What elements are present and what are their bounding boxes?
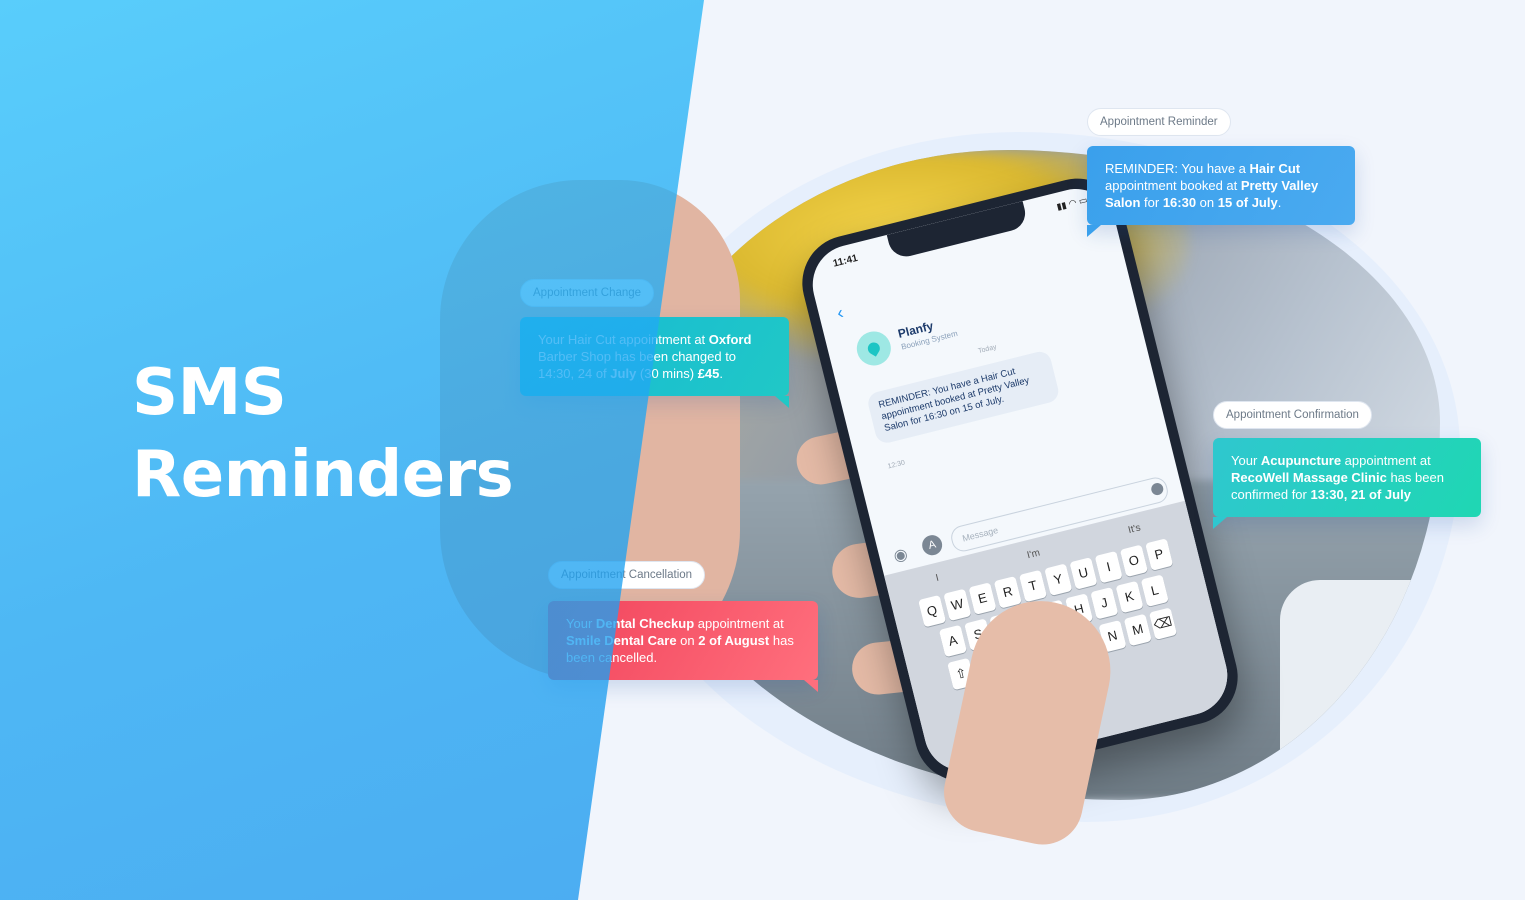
card-bold: Dental Checkup xyxy=(595,616,695,631)
bubble-tail xyxy=(804,680,818,692)
card-bold: Hair Cut xyxy=(1249,161,1301,176)
change-card: Your Hair Cut appointment at Oxford Barb… xyxy=(520,317,789,408)
card-text: Your xyxy=(566,616,596,631)
app-store-icon[interactable]: A xyxy=(920,533,945,558)
key[interactable]: Y xyxy=(1044,563,1073,596)
bubble-tail xyxy=(775,396,789,408)
key[interactable]: M xyxy=(1123,613,1152,647)
card-text: appointment booked at xyxy=(1105,178,1241,193)
card-bold: 13:30, 21 of July xyxy=(1310,487,1411,502)
hero-title-line: Reminders xyxy=(132,438,514,512)
key[interactable]: P xyxy=(1145,538,1174,571)
key[interactable]: W xyxy=(943,588,972,622)
card-text: Your xyxy=(1231,453,1261,468)
photo-sleeve xyxy=(1280,580,1440,800)
key[interactable]: Q xyxy=(918,594,947,628)
confirmation-card: Your Acupuncture appointment at RecoWell… xyxy=(1213,438,1481,529)
reminder-card: REMINDER: You have a Hair Cut appointmen… xyxy=(1087,146,1355,237)
label-appointment-change: Appointment Change xyxy=(520,279,655,307)
camera-icon[interactable]: ◉ xyxy=(891,544,910,567)
key[interactable]: E xyxy=(968,582,997,615)
hero-title: SMS Reminders xyxy=(132,352,514,516)
card-text: . xyxy=(719,366,724,381)
key[interactable]: J xyxy=(1090,587,1119,620)
card-text: REMINDER: You have a xyxy=(1105,161,1250,176)
card-bold: 15 of July xyxy=(1217,195,1278,210)
key[interactable]: O xyxy=(1119,544,1149,578)
suggestion[interactable]: It's xyxy=(1126,519,1143,541)
sms-timestamp: 12:30 xyxy=(887,459,906,471)
card-bold: Acupuncture xyxy=(1260,453,1342,468)
card-bold: RecoWell Massage Clinic xyxy=(1231,470,1387,485)
card-text: appointment at xyxy=(694,616,784,631)
key[interactable]: A xyxy=(938,624,968,658)
signal-wifi-battery-icon: ▮▮ ◠ ▭ xyxy=(1055,194,1089,212)
card-bold: 16:30 xyxy=(1162,195,1197,210)
back-chevron-icon[interactable]: ‹ xyxy=(835,302,846,324)
status-time: 11:41 xyxy=(831,252,859,270)
card-bold: 2 of August xyxy=(698,633,770,648)
card-bold: £45 xyxy=(697,366,720,381)
label-appointment-cancellation: Appointment Cancellation xyxy=(548,561,706,589)
key[interactable]: L xyxy=(1140,574,1169,607)
card-bold: Oxford xyxy=(708,332,752,347)
card-text: (30 mins) xyxy=(636,366,698,381)
location-pin-icon xyxy=(865,340,883,357)
key[interactable]: T xyxy=(1018,569,1048,603)
suggestion[interactable]: I xyxy=(934,569,942,589)
card-bold: Smile Dental Care xyxy=(566,633,677,648)
label-appointment-reminder: Appointment Reminder xyxy=(1087,108,1231,136)
cancellation-card: Your Dental Checkup appointment at Smile… xyxy=(548,601,818,692)
card-text: appointment at xyxy=(1341,453,1431,468)
sms-message-bubble: REMINDER: You have a Hair Cut appointmen… xyxy=(865,349,1061,446)
hero-title-line: SMS xyxy=(132,356,287,430)
card-bold: July xyxy=(610,366,637,381)
bubble-tail xyxy=(1087,225,1101,237)
key[interactable]: I xyxy=(1094,550,1123,584)
card-text: for xyxy=(1140,195,1163,210)
card-text: Your Hair Cut appointment at xyxy=(538,332,709,347)
label-appointment-confirmation: Appointment Confirmation xyxy=(1213,401,1372,429)
card-text: on xyxy=(1196,195,1218,210)
key[interactable]: U xyxy=(1069,557,1098,590)
contact-avatar[interactable] xyxy=(853,327,895,370)
card-text: . xyxy=(1277,195,1282,210)
card-text: on xyxy=(676,633,699,648)
backspace-key-icon[interactable]: ⌫ xyxy=(1148,607,1178,640)
key[interactable]: K xyxy=(1115,580,1144,614)
suggestion[interactable]: I'm xyxy=(1025,544,1042,567)
bubble-tail xyxy=(1213,517,1227,529)
